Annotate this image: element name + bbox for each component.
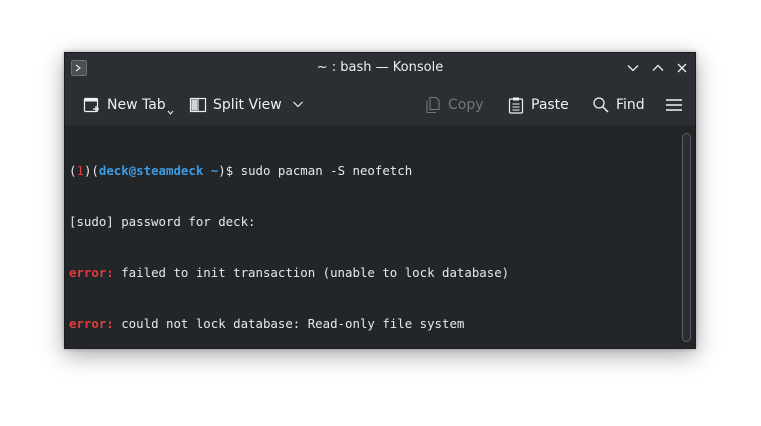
find-button[interactable]: Find [592, 83, 645, 127]
copy-label: Copy [448, 97, 484, 113]
error-message: failed to init transaction (unable to lo… [113, 265, 510, 280]
new-tab-icon [83, 96, 101, 114]
titlebar[interactable]: ~ : bash — Konsole [65, 53, 695, 83]
terminal-line: (1)(deck@steamdeck ~)$ sudo pacman -S ne… [69, 163, 413, 178]
chevron-down-icon[interactable] [292, 97, 304, 113]
window-title: ~ : bash — Konsole [316, 60, 444, 75]
new-tab-button[interactable]: New Tab [83, 83, 174, 127]
scrollbar-thumb[interactable] [682, 133, 691, 342]
split-view-icon [189, 96, 207, 114]
error-label: error: [69, 316, 114, 331]
terminal-line: error: failed to init transaction (unabl… [69, 264, 677, 281]
prompt-user: deck@steamdeck [98, 163, 204, 178]
exit-status: 1 [76, 163, 84, 178]
copy-button[interactable]: Copy [424, 83, 484, 127]
command-text: sudo pacman -S neofetch [233, 163, 413, 178]
error-message: could not lock database: Read-only file … [113, 316, 465, 331]
terminal-scrollbar[interactable] [677, 127, 695, 348]
minimize-button[interactable] [625, 60, 641, 76]
search-icon [592, 96, 610, 114]
hamburger-menu-button[interactable] [665, 83, 683, 127]
split-view-label: Split View [213, 97, 282, 113]
paste-icon [507, 96, 525, 114]
close-button[interactable] [674, 60, 690, 76]
new-tab-label: New Tab [107, 97, 166, 113]
terminal-line: [sudo] password for deck: [69, 214, 256, 229]
paste-button[interactable]: Paste [507, 83, 569, 127]
error-label: error: [69, 265, 114, 280]
terminal-line: error: could not lock database: Read-onl… [69, 315, 677, 332]
close-icon [677, 63, 687, 73]
new-tab-menu-indicator[interactable] [167, 103, 174, 119]
terminal-output[interactable]: (1)(deck@steamdeck ~)$ sudo pacman -S ne… [65, 127, 677, 348]
copy-icon [424, 96, 442, 114]
split-view-button[interactable]: Split View [189, 83, 304, 127]
toolbar: New Tab Split View Copy Paste Find [65, 83, 695, 127]
konsole-window: ~ : bash — Konsole New Tab Split View Co… [64, 52, 696, 349]
maximize-button[interactable] [650, 60, 666, 76]
chevron-down-icon [627, 65, 639, 72]
find-label: Find [616, 97, 645, 113]
hamburger-menu-icon [665, 96, 683, 114]
paste-label: Paste [531, 97, 569, 113]
chevron-up-icon [652, 64, 664, 71]
